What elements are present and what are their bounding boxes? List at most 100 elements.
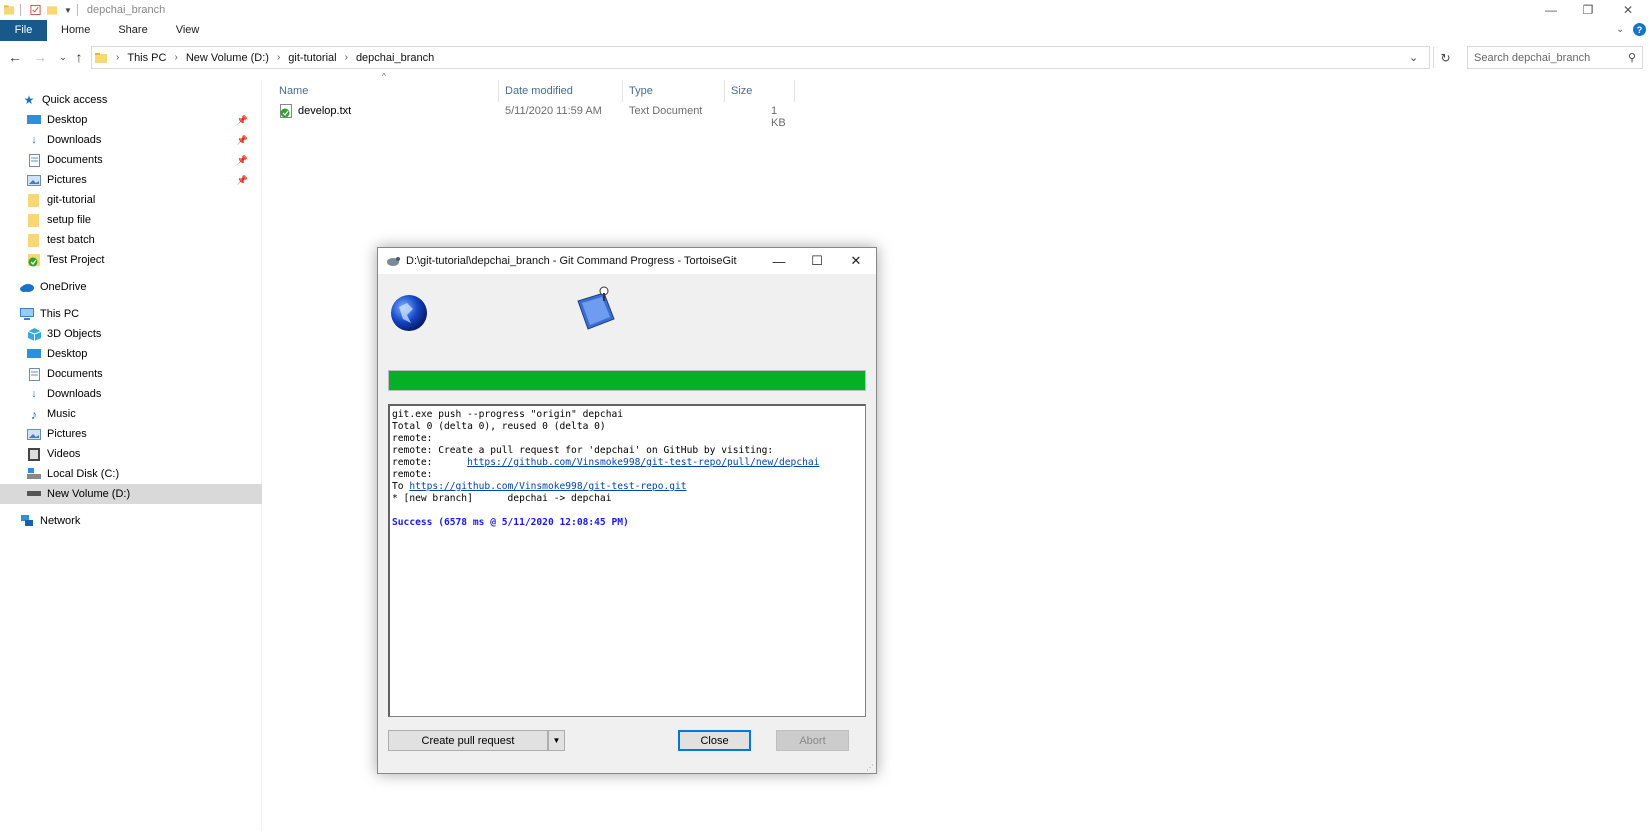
up-arrow-icon[interactable]: ↑	[70, 47, 88, 67]
sidebar-item-desktop[interactable]: Desktop 📌	[0, 110, 262, 130]
globe-icon	[391, 295, 427, 331]
downloads-icon: ↓	[31, 388, 37, 400]
sidebar-item-label: Quick access	[42, 94, 108, 106]
log-line-prefix: To	[392, 481, 410, 492]
log-line: remote:	[392, 433, 433, 444]
sidebar-item-label: Documents	[47, 154, 103, 166]
chevron-right-icon: ›	[116, 52, 120, 63]
tab-home[interactable]: Home	[47, 20, 104, 41]
back-arrow-icon[interactable]: ←	[6, 47, 24, 67]
pin-icon[interactable]: 📌	[237, 115, 248, 126]
3d-objects-icon	[27, 327, 41, 341]
expand-ribbon-icon[interactable]: ⌄	[1616, 24, 1624, 35]
folder-icon	[27, 213, 41, 227]
sidebar-item-downloads[interactable]: ↓ Downloads 📌	[0, 130, 262, 150]
dialog-minimize-button[interactable]: —	[760, 248, 798, 274]
breadcrumb-depchai-branch[interactable]: depchai_branch	[356, 52, 434, 64]
text-file-git-icon	[280, 104, 292, 118]
search-placeholder: Search depchai_branch	[1474, 51, 1591, 64]
sidebar-item-documents-pc[interactable]: Documents	[0, 364, 262, 384]
drive-icon	[27, 488, 41, 501]
sidebar-item-label: Pictures	[47, 174, 87, 186]
breadcrumb-this-pc[interactable]: This PC	[127, 52, 166, 64]
sidebar-item-setup-file[interactable]: setup file	[0, 210, 262, 230]
file-date: 5/11/2020 11:59 AM	[505, 105, 602, 117]
dialog-maximize-button[interactable]: ☐	[798, 248, 836, 274]
help-icon[interactable]: ?	[1633, 23, 1646, 36]
create-pull-request-button[interactable]: Create pull request	[388, 730, 548, 751]
pin-icon[interactable]: 📌	[237, 155, 248, 166]
address-dropdown-icon[interactable]: ⌄	[1409, 51, 1418, 64]
repo-link[interactable]: https://github.com/Vinsmoke998/git-test-…	[409, 481, 686, 492]
sidebar-item-network[interactable]: Network	[0, 511, 262, 531]
breadcrumb-git-tutorial[interactable]: git-tutorial	[288, 52, 336, 64]
forward-arrow-icon[interactable]: →	[31, 47, 49, 67]
column-header-type[interactable]: Type	[623, 80, 725, 102]
sidebar-item-this-pc[interactable]: This PC	[0, 304, 262, 324]
desktop-icon	[27, 348, 41, 361]
close-button[interactable]: ✕	[1608, 0, 1648, 20]
search-icon[interactable]: ⚲	[1628, 51, 1636, 64]
create-pull-request-label: Create pull request	[421, 734, 515, 747]
address-bar[interactable]: › This PC › New Volume (D:) › git-tutorial …	[91, 46, 1451, 69]
tab-view[interactable]: View	[162, 20, 214, 41]
tab-share[interactable]: Share	[104, 20, 161, 41]
sidebar-item-new-volume-d[interactable]: New Volume (D:)	[0, 484, 262, 504]
folder-git-icon	[27, 253, 41, 267]
desktop-icon	[27, 114, 41, 127]
customize-toolbar-icon[interactable]: ▼	[64, 6, 72, 15]
sidebar-item-local-disk-c[interactable]: Local Disk (C:)	[0, 464, 262, 484]
sidebar-item-videos[interactable]: Videos	[0, 444, 262, 464]
sidebar-item-3d-objects[interactable]: 3D Objects	[0, 324, 262, 344]
create-pull-request-dropdown[interactable]: ▼	[548, 730, 565, 751]
folder-icon	[4, 5, 15, 15]
close-dialog-button[interactable]: Close	[678, 730, 751, 751]
sidebar-item-label: 3D Objects	[47, 328, 102, 340]
music-icon: ♪	[30, 406, 38, 422]
sidebar-item-test-project[interactable]: Test Project	[0, 250, 262, 270]
command-output-log[interactable]: git.exe push --progress "origin" depchai…	[388, 404, 866, 717]
folder-icon	[27, 193, 41, 207]
properties-icon[interactable]	[30, 4, 41, 16]
sidebar-item-label: Downloads	[47, 388, 102, 400]
sidebar-item-label: OneDrive	[40, 281, 87, 293]
sidebar-item-git-tutorial[interactable]: git-tutorial	[0, 190, 262, 210]
breadcrumb-new-volume[interactable]: New Volume (D:)	[186, 52, 269, 64]
column-header-name[interactable]: Name	[273, 80, 499, 102]
log-line: remote: Create a pull request for 'depch…	[392, 445, 774, 456]
ribbon-tabs: File Home Share View ⌄ ?	[0, 20, 1650, 41]
sidebar-item-pictures-pc[interactable]: Pictures	[0, 424, 262, 444]
sidebar-item-pictures[interactable]: Pictures 📌	[0, 170, 262, 190]
pull-request-link[interactable]: https://github.com/Vinsmoke998/git-test-…	[467, 457, 819, 468]
column-header-size[interactable]: Size	[725, 80, 795, 102]
navigation-pane: ★ Quick access Desktop 📌 ↓ Downloads 📌 D…	[0, 80, 262, 831]
restore-button[interactable]: ❐	[1568, 0, 1608, 20]
sidebar-item-desktop-pc[interactable]: Desktop	[0, 344, 262, 364]
tab-file[interactable]: File	[0, 20, 47, 41]
dialog-close-button[interactable]: ✕	[837, 248, 875, 274]
pin-icon[interactable]: 📌	[237, 135, 248, 146]
file-name[interactable]: develop.txt	[298, 105, 351, 117]
refresh-icon[interactable]: ↻	[1433, 47, 1457, 68]
pin-icon[interactable]: 📌	[237, 175, 248, 186]
search-input[interactable]: Search depchai_branch ⚲	[1467, 46, 1643, 69]
minimize-button[interactable]: —	[1531, 0, 1571, 20]
dialog-title: D:\git-tutorial\depchai_branch - Git Com…	[406, 255, 737, 267]
resize-grip-icon[interactable]: ⋰	[866, 763, 874, 772]
column-header-date-modified[interactable]: Date modified	[499, 80, 623, 102]
sidebar-item-label: Test Project	[47, 254, 105, 266]
sidebar-item-onedrive[interactable]: OneDrive	[0, 277, 262, 297]
sidebar-item-music[interactable]: ♪ Music	[0, 404, 262, 424]
chevron-right-icon: ›	[276, 52, 281, 63]
sidebar-item-label: Desktop	[47, 114, 88, 126]
abort-button[interactable]: Abort	[776, 730, 849, 751]
sidebar-item-downloads-pc[interactable]: ↓ Downloads	[0, 384, 262, 404]
sidebar-item-quick-access[interactable]: ★ Quick access	[0, 90, 262, 110]
sidebar-item-test-batch[interactable]: test batch	[0, 230, 262, 250]
new-folder-icon[interactable]	[47, 4, 58, 16]
progress-bar-fill	[389, 371, 865, 390]
sidebar-item-documents[interactable]: Documents 📌	[0, 150, 262, 170]
divider	[20, 4, 21, 16]
file-row[interactable]: develop.txt 5/11/2020 11:59 AM Text Docu…	[272, 101, 792, 129]
star-icon: ★	[23, 93, 35, 107]
